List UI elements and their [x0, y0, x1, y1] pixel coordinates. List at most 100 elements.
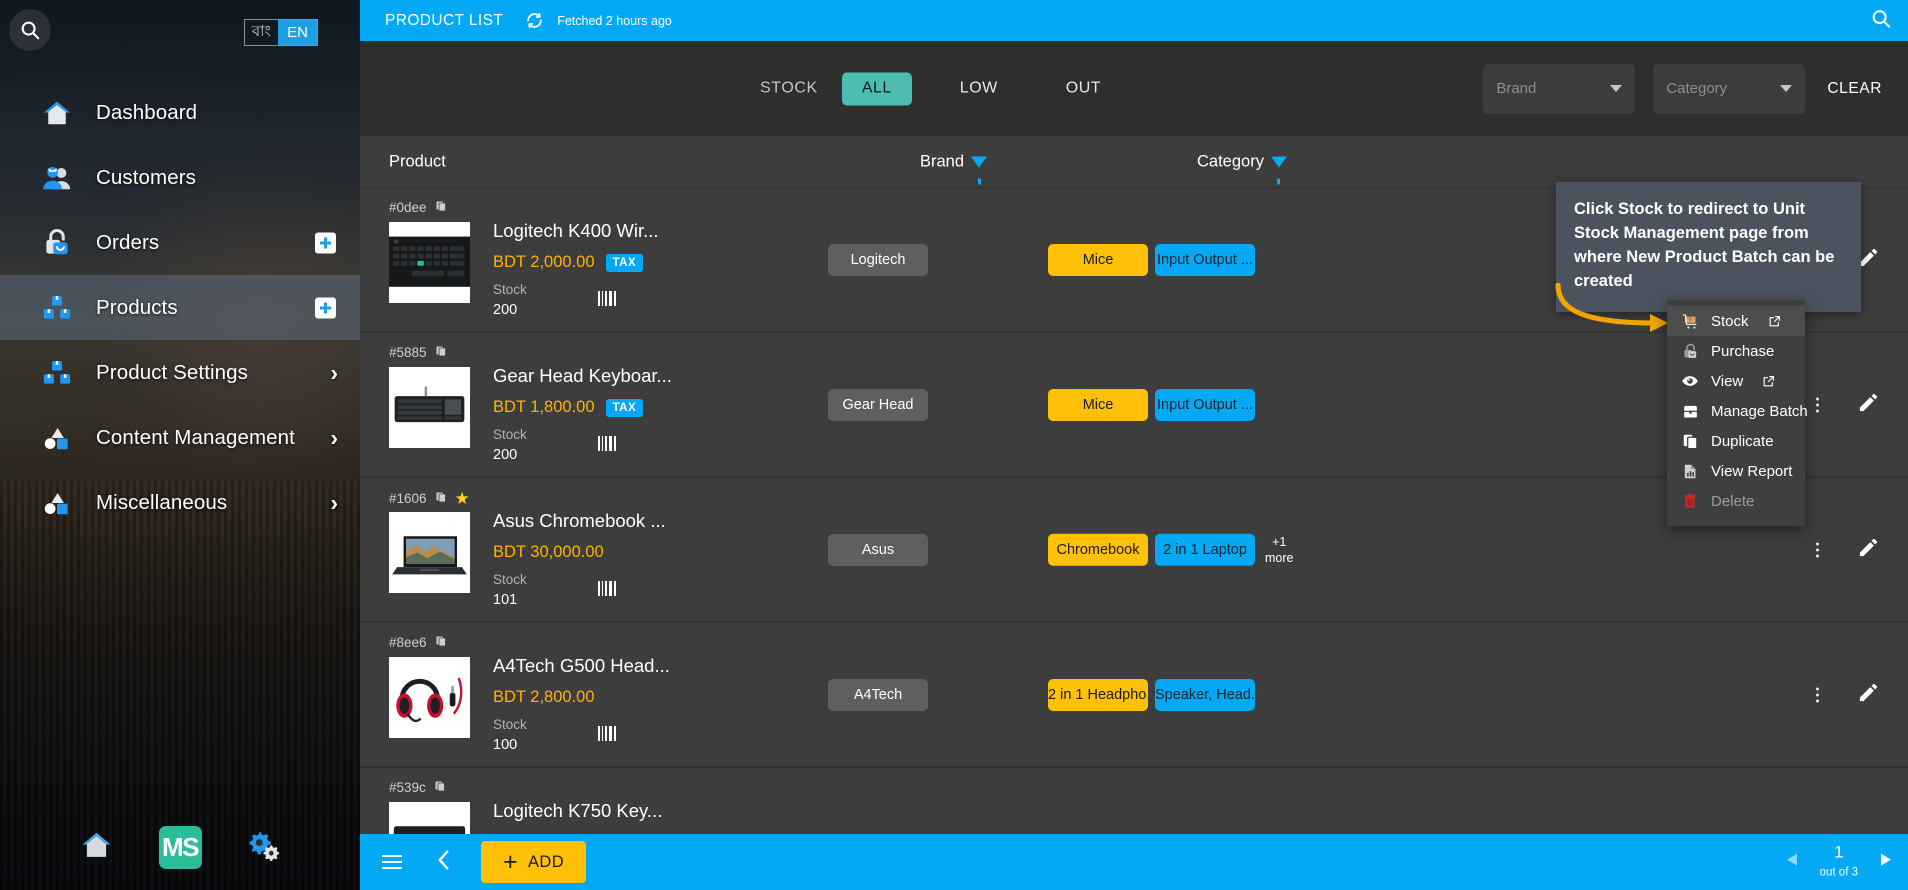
copy-icon[interactable]: [434, 780, 446, 795]
brand-pill[interactable]: Logitech: [828, 243, 928, 276]
category-pill[interactable]: Speaker, Head...: [1155, 678, 1255, 711]
sidebar-item-label: Products: [96, 295, 178, 319]
add-order-button[interactable]: [315, 232, 336, 253]
stock-filter-group: STOCK ALL LOW OUT: [760, 72, 1149, 105]
brand-filter-icon[interactable]: [971, 156, 988, 184]
product-thumbnail: [389, 367, 470, 448]
stock-caption: Stock: [493, 282, 527, 297]
barcode-icon[interactable]: [598, 291, 616, 306]
product-thumbnail: [389, 802, 470, 834]
product-info: Asus Chromebook ... BDT 30,000.00 Stock …: [493, 510, 666, 608]
copy-icon[interactable]: [435, 200, 447, 215]
app-logo[interactable]: MS: [158, 825, 202, 869]
context-menu-item-delete[interactable]: Delete: [1667, 486, 1805, 516]
context-menu-item-view[interactable]: View: [1667, 366, 1805, 396]
category-pill[interactable]: Mice: [1048, 243, 1148, 276]
context-menu-item-view-report[interactable]: View Report: [1667, 456, 1805, 486]
top-bar: PRODUCT LIST Fetched 2 hours ago: [360, 0, 1908, 41]
product-sku-label: #8ee6: [389, 635, 427, 650]
hamburger-icon[interactable]: [377, 850, 407, 874]
copy-icon[interactable]: [435, 345, 447, 360]
add-product-button[interactable]: + ADD: [481, 841, 587, 883]
app-root: বাং EN Dashboard Customers Orders Produc…: [0, 0, 1908, 890]
pagination-next-button[interactable]: [1880, 853, 1892, 872]
clear-filters-button[interactable]: CLEAR: [1823, 74, 1886, 104]
sidebar-item-orders[interactable]: Orders: [0, 210, 360, 275]
refresh-icon[interactable]: [525, 11, 544, 30]
gears-icon[interactable]: [248, 828, 281, 866]
chevron-left-icon[interactable]: [428, 843, 459, 882]
language-option-bn[interactable]: বাং: [245, 20, 278, 45]
context-menu-item-label: Manage Batch: [1711, 402, 1808, 420]
category-pill[interactable]: Chromebook: [1048, 533, 1148, 566]
search-icon[interactable]: [9, 9, 51, 51]
edit-product-button[interactable]: [1851, 385, 1886, 425]
product-price: BDT 2,800.00: [493, 688, 595, 706]
featured-star-icon[interactable]: ★: [455, 490, 470, 507]
stock-filter-low[interactable]: LOW: [940, 72, 1018, 105]
product-sku: #539c: [389, 780, 446, 795]
sidebar-item-label: Customers: [96, 165, 197, 189]
category-pill[interactable]: 2 in 1 Headpho...: [1048, 678, 1148, 711]
product-price: BDT 1,800.00: [493, 398, 595, 416]
page-title: PRODUCT LIST: [385, 11, 504, 29]
product-sku-label: #539c: [389, 780, 426, 795]
brand-pill[interactable]: Asus: [828, 533, 928, 566]
category-pill[interactable]: 2 in 1 Laptop: [1155, 533, 1255, 566]
stock-caption: Stock: [493, 427, 527, 442]
barcode-icon[interactable]: [598, 581, 616, 596]
barcode-icon[interactable]: [598, 726, 616, 741]
row-more-menu-button[interactable]: [1810, 536, 1825, 563]
context-menu-item-stock[interactable]: Stock: [1667, 306, 1805, 336]
more-categories-label[interactable]: +1 more: [1265, 533, 1293, 566]
sidebar-item-products[interactable]: Products: [0, 275, 360, 340]
brand-pill[interactable]: Gear Head: [828, 388, 928, 421]
product-thumbnail: [389, 222, 470, 303]
shapes-icon: [40, 421, 74, 455]
stock-value: 200: [493, 302, 518, 318]
context-menu-item-purchase[interactable]: Purchase: [1667, 336, 1805, 366]
category-select[interactable]: Category: [1653, 63, 1806, 114]
product-price: BDT 2,000.00: [493, 253, 595, 271]
category-pill[interactable]: Input Output ...: [1155, 388, 1255, 421]
category-filter-icon[interactable]: [1270, 156, 1287, 184]
edit-product-button[interactable]: [1851, 675, 1886, 715]
pagination-prev-button[interactable]: [1786, 853, 1798, 872]
chevron-right-icon[interactable]: ›: [330, 491, 338, 514]
sidebar-item-miscellaneous[interactable]: Miscellaneous ›: [0, 470, 360, 535]
chevron-right-icon[interactable]: ›: [330, 361, 338, 384]
sidebar-item-customers[interactable]: Customers: [0, 145, 360, 210]
table-row[interactable]: #539c Logitech K750 Key...: [360, 768, 1908, 834]
chevron-right-icon[interactable]: ›: [330, 426, 338, 449]
language-option-en[interactable]: EN: [278, 20, 317, 45]
home-icon[interactable]: [80, 828, 113, 866]
product-name: A4Tech G500 Head...: [493, 655, 670, 676]
product-thumbnail: [389, 512, 470, 593]
sidebar-item-product-settings[interactable]: Product Settings ›: [0, 340, 360, 405]
brand-select[interactable]: Brand: [1483, 63, 1636, 114]
category-pill[interactable]: Mice: [1048, 388, 1148, 421]
copy-icon[interactable]: [435, 635, 447, 650]
add-product-button[interactable]: [315, 297, 336, 318]
context-menu-item-duplicate[interactable]: Duplicate: [1667, 426, 1805, 456]
category-cell: 2 in 1 Headpho... Speaker, Head...: [1048, 678, 1255, 711]
context-menu-item-manage-batch[interactable]: Manage Batch: [1667, 396, 1808, 426]
pagination: 1 out of 3: [1786, 842, 1892, 881]
sidebar-item-content-management[interactable]: Content Management ›: [0, 405, 360, 470]
copy-icon[interactable]: [435, 491, 447, 506]
pagination-current-page: 1: [1834, 842, 1844, 862]
sidebar-item-label: Product Settings: [96, 360, 249, 384]
product-price: BDT 30,000.00: [493, 543, 604, 561]
edit-product-button[interactable]: [1851, 530, 1886, 570]
brand-pill[interactable]: A4Tech: [828, 678, 928, 711]
stock-filter-out[interactable]: OUT: [1046, 72, 1121, 105]
search-icon[interactable]: [1870, 7, 1892, 34]
barcode-icon[interactable]: [598, 436, 616, 451]
sidebar-item-dashboard[interactable]: Dashboard: [0, 80, 360, 145]
row-more-menu-button[interactable]: [1810, 391, 1825, 418]
table-row[interactable]: #8ee6 A4Tech G500 Head... BDT 2,800.00 S…: [360, 623, 1908, 768]
row-more-menu-button[interactable]: [1810, 681, 1825, 708]
category-pill[interactable]: Input Output ...: [1155, 243, 1255, 276]
stock-filter-all[interactable]: ALL: [841, 72, 912, 105]
language-toggle[interactable]: বাং EN: [243, 19, 318, 46]
